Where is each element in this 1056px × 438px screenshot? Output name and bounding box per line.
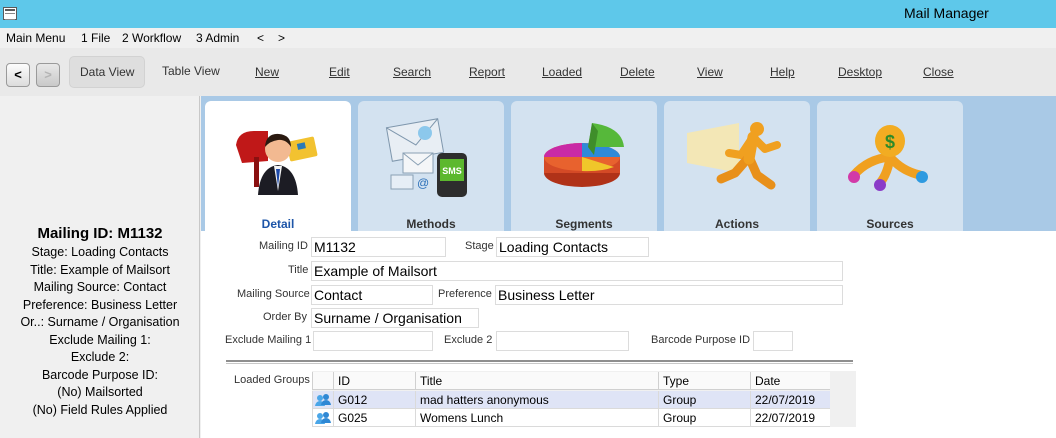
title-label: Title [288,264,309,276]
cell-type: Group [658,409,750,427]
tab-methods[interactable]: SMS @ Methods [358,101,504,232]
mailing-id-field[interactable]: M1132 [311,237,446,257]
data-view-button[interactable]: Data View [69,56,146,88]
grid-header-icon-cell [312,372,333,390]
exclude-mailing-1-field[interactable] [313,331,433,351]
tab-detail-label: Detail [261,217,295,231]
email-sms-icon: SMS @ [385,118,467,197]
section-divider [226,360,853,364]
window-title: Mail Manager [904,5,989,21]
row-icon-cell [312,409,333,427]
summary-exclude-2: Exclude 2: [70,350,130,364]
barcode-purpose-label: Barcode Purpose ID [651,334,751,346]
back-button[interactable]: < [6,63,30,87]
tab-detail[interactable]: Detail [205,101,351,232]
detail-panel: Mailing ID M1132 Stage Loading Contacts … [201,231,1056,438]
tab-sources-label: Sources [866,217,914,231]
tab-segments[interactable]: Segments [511,101,657,232]
search-button[interactable]: Search [393,65,431,79]
title-bar: Mail Manager [0,0,1056,28]
exclude-mailing-1-label: Exclude Mailing 1 [225,334,312,346]
exclude-2-label: Exclude 2 [444,334,493,346]
menu-file[interactable]: 1 File [81,31,110,45]
loaded-groups-grid: ID Title Type Date G012 mad hatters anon… [312,371,856,427]
summary-barcode: Barcode Purpose ID: [41,367,159,382]
menu-workflow[interactable]: 2 Workflow [122,31,181,45]
forward-button[interactable]: > [36,63,60,87]
barcode-purpose-field[interactable] [753,331,793,351]
running-man-icon [687,122,781,190]
preference-field[interactable]: Business Letter [495,285,843,305]
row-icon-cell [312,391,333,409]
view-button[interactable]: View [697,65,723,79]
column-header-type[interactable]: Type [658,372,750,390]
column-header-date[interactable]: Date [750,372,830,390]
summary-mailing-id: Mailing ID: M1132 [37,225,163,242]
desktop-button[interactable]: Desktop [838,65,882,79]
help-button[interactable]: Help [770,65,795,79]
column-header-id[interactable]: ID [333,372,415,390]
menu-forward[interactable]: > [278,31,285,45]
table-view-button[interactable]: Table View [152,56,230,88]
loaded-groups-label: Loaded Groups [234,374,310,386]
cell-title: Womens Lunch [415,409,658,427]
pie-chart-icon [544,123,624,187]
svg-text:SMS: SMS [442,166,462,176]
summary-title: Title: Example of Mailsort [30,262,170,277]
group-icon [315,412,331,424]
grid-header-row: ID Title Type Date [312,372,830,390]
cell-date: 22/07/2019 [750,391,830,409]
summary-field-rules: (No) Field Rules Applied [32,402,168,417]
cell-title: mad hatters anonymous [415,391,658,409]
cell-id: G025 [333,409,415,427]
order-by-label: Order By [263,311,308,323]
mailing-summary: Mailing ID: M1132 Stage: Loading Contact… [0,224,200,419]
order-by-field[interactable]: Surname / Organisation [311,308,479,328]
summary-pane: Mailing ID: M1132 Stage: Loading Contact… [0,96,200,438]
cell-id: G012 [333,391,415,409]
money-bag-icon: $ [848,125,928,191]
table-row[interactable]: G012 mad hatters anonymous Group 22/07/2… [312,391,830,409]
tab-strip: Detail SMS @ Methods Segments Actions $ … [201,96,1056,232]
cell-date: 22/07/2019 [750,409,830,427]
preference-label: Preference [438,288,492,300]
summary-order-by: Or..: Surname / Organisation [20,315,180,329]
menu-back[interactable]: < [257,31,264,45]
edit-button[interactable]: Edit [329,65,350,79]
summary-mailing-source: Mailing Source: Contact [33,280,167,294]
summary-exclude-1: Exclude Mailing 1: [49,332,151,347]
svg-text:$: $ [885,132,895,152]
tab-sources[interactable]: $ Sources [817,101,963,232]
new-button[interactable]: New [255,65,279,79]
app-icon[interactable] [3,7,17,20]
tab-actions-label: Actions [714,217,759,231]
tab-actions[interactable]: Actions [664,101,810,232]
loaded-button[interactable]: Loaded [542,65,582,79]
menu-bar: Main Menu 1 File 2 Workflow 3 Admin < > [0,28,1056,48]
delete-button[interactable]: Delete [620,65,655,79]
tab-segments-label: Segments [555,217,613,231]
title-field[interactable]: Example of Mailsort [311,261,843,281]
close-button[interactable]: Close [923,65,954,79]
report-button[interactable]: Report [469,65,505,79]
stage-label: Stage [465,240,494,252]
menu-main-menu[interactable]: Main Menu [6,31,65,45]
summary-stage: Stage: Loading Contacts [31,245,169,259]
summary-mailsorted: (No) Mailsorted [57,385,143,399]
svg-text:@: @ [417,176,429,190]
stage-field[interactable]: Loading Contacts [496,237,649,257]
cell-type: Group [658,391,750,409]
summary-preference: Preference: Business Letter [22,297,178,312]
tab-methods-label: Methods [406,217,456,231]
column-header-title[interactable]: Title [415,372,658,390]
table-row[interactable]: G025 Womens Lunch Group 22/07/2019 [312,409,830,427]
person-mailbox-icon [236,131,318,195]
menu-admin[interactable]: 3 Admin [196,31,239,45]
exclude-2-field[interactable] [496,331,629,351]
mailing-id-label: Mailing ID [259,240,308,252]
toolbar: < > Data View Table View New Edit Search… [0,48,1056,96]
mailing-source-field[interactable]: Contact [311,285,433,305]
mailing-source-label: Mailing Source [237,288,310,300]
group-icon [315,394,331,406]
